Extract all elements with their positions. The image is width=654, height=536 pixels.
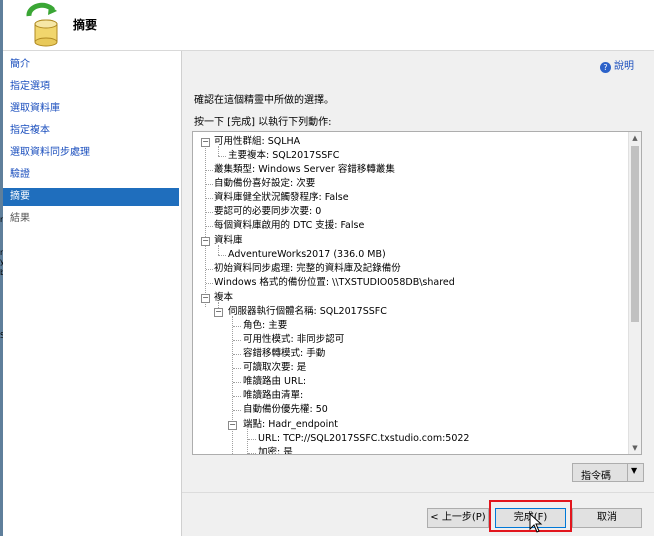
tree-content: − − − − − 可用性群組: SQLHA 主要複本: SQL2017SSFC…: [193, 132, 629, 454]
tree-line: [233, 410, 241, 411]
tree-node[interactable]: 要認可的必要同步次要: 0: [214, 205, 321, 219]
page-title: 摘要: [73, 18, 98, 32]
tree-line: [247, 429, 248, 454]
footer-separator: [182, 492, 654, 493]
database-sync-icon: [26, 2, 58, 47]
wizard-step-nav: 簡介 指定選項 選取資料庫 指定複本 選取資料同步處理 驗證 摘要 結果: [3, 51, 182, 536]
help-icon: ?: [600, 62, 611, 73]
help-label: 說明: [614, 61, 634, 72]
tree-line: [233, 382, 241, 383]
tree-node[interactable]: 唯讀路由 URL:: [243, 375, 306, 389]
tree-line: [233, 340, 241, 341]
tree-line: [218, 255, 226, 256]
nav-item-data-sync[interactable]: 選取資料同步處理: [3, 144, 179, 162]
tree-node[interactable]: 可用性群組: SQLHA: [214, 135, 300, 149]
tree-line: [206, 184, 213, 185]
tree-node[interactable]: AdventureWorks2017 (336.0 MB): [228, 248, 386, 262]
tree-node[interactable]: 叢集類型: Windows Server 容錯移轉叢集: [214, 163, 395, 177]
tree-line: [248, 439, 256, 440]
tree-line: [206, 269, 213, 270]
summary-panel: ? 說明 確認在這個精靈中所做的選擇。 按一下 [完成] 以執行下列動作: − …: [182, 51, 654, 536]
tree-line: [206, 283, 213, 284]
script-button-label: 指令碼: [581, 471, 611, 482]
scroll-up-icon[interactable]: ▲: [629, 132, 641, 144]
collapse-icon[interactable]: −: [228, 421, 237, 430]
tree-line: [233, 396, 241, 397]
tree-node[interactable]: URL: TCP://SQL2017SSFC.txstudio.com:5022: [258, 432, 469, 446]
tree-node[interactable]: 初始資料同步處理: 完整的資料庫及記錄備份: [214, 262, 401, 276]
back-button[interactable]: < 上一步(P): [427, 508, 489, 528]
tree-node[interactable]: 資料庫: [214, 234, 243, 248]
wizard-header: 摘要: [3, 0, 654, 51]
instruction-text: 按一下 [完成] 以執行下列動作:: [194, 117, 332, 128]
tree-node[interactable]: 伺服器執行個體名稱: SQL2017SSFC: [228, 305, 387, 319]
nav-item-intro[interactable]: 簡介: [3, 56, 179, 74]
tree-node[interactable]: 自動備份喜好設定: 次要: [214, 177, 315, 191]
nav-item-select-databases[interactable]: 選取資料庫: [3, 100, 179, 118]
tree-node[interactable]: 加密: 是: [258, 446, 293, 454]
tree-line: [248, 453, 256, 454]
script-button[interactable]: 指令碼 ▼: [572, 463, 644, 482]
tree-node[interactable]: 資料庫健全狀況觸發程序: False: [214, 191, 349, 205]
tree-node[interactable]: 唯讀路由清單:: [243, 389, 303, 403]
tree-node[interactable]: 可讀取次要: 是: [243, 361, 306, 375]
tree-node[interactable]: 每個資料庫啟用的 DTC 支援: False: [214, 219, 364, 233]
collapse-icon[interactable]: −: [214, 308, 223, 317]
collapse-icon[interactable]: −: [201, 294, 210, 303]
split-divider: [627, 464, 628, 481]
scrollbar-thumb[interactable]: [631, 146, 639, 322]
tree-line: [218, 156, 226, 157]
tree-node[interactable]: 複本: [214, 291, 233, 305]
tree-line: [233, 354, 241, 355]
cancel-button[interactable]: 取消: [572, 508, 642, 528]
tree-node[interactable]: 自動備份優先權: 50: [243, 403, 328, 417]
tree-line: [233, 368, 241, 369]
tree-line: [206, 226, 213, 227]
tree-node[interactable]: 角色: 主要: [243, 319, 287, 333]
collapse-icon[interactable]: −: [201, 138, 210, 147]
nav-item-summary[interactable]: 摘要: [3, 188, 179, 206]
tree-line: [206, 212, 213, 213]
summary-tree[interactable]: − − − − − 可用性群組: SQLHA 主要複本: SQL2017SSFC…: [192, 131, 642, 455]
tree-node[interactable]: 可用性模式: 非同步認可: [243, 333, 344, 347]
confirm-text: 確認在這個精靈中所做的選擇。: [194, 95, 334, 106]
tree-node[interactable]: 端點: Hadr_endpoint: [243, 418, 338, 432]
tree-line: [233, 326, 241, 327]
tree-line: [206, 170, 213, 171]
nav-item-specify-replicas[interactable]: 指定複本: [3, 122, 179, 140]
tree-line: [232, 316, 233, 454]
mouse-pointer-icon: [529, 513, 543, 533]
tree-scrollbar[interactable]: ▲ ▼: [628, 132, 641, 454]
help-link[interactable]: ? 說明: [600, 57, 634, 73]
nav-item-validation[interactable]: 驗證: [3, 166, 179, 184]
tree-node[interactable]: Windows 格式的備份位置: \\TXSTUDIO058DB\shared: [214, 276, 455, 290]
tree-node[interactable]: 容錯移轉模式: 手動: [243, 347, 325, 361]
collapse-icon[interactable]: −: [201, 237, 210, 246]
scroll-down-icon[interactable]: ▼: [629, 442, 641, 454]
tree-line: [206, 198, 213, 199]
tree-node[interactable]: 主要複本: SQL2017SSFC: [228, 149, 339, 163]
chevron-down-icon[interactable]: ▼: [631, 466, 637, 475]
nav-item-specify-options[interactable]: 指定選項: [3, 78, 179, 96]
nav-item-results: 結果: [10, 213, 30, 224]
